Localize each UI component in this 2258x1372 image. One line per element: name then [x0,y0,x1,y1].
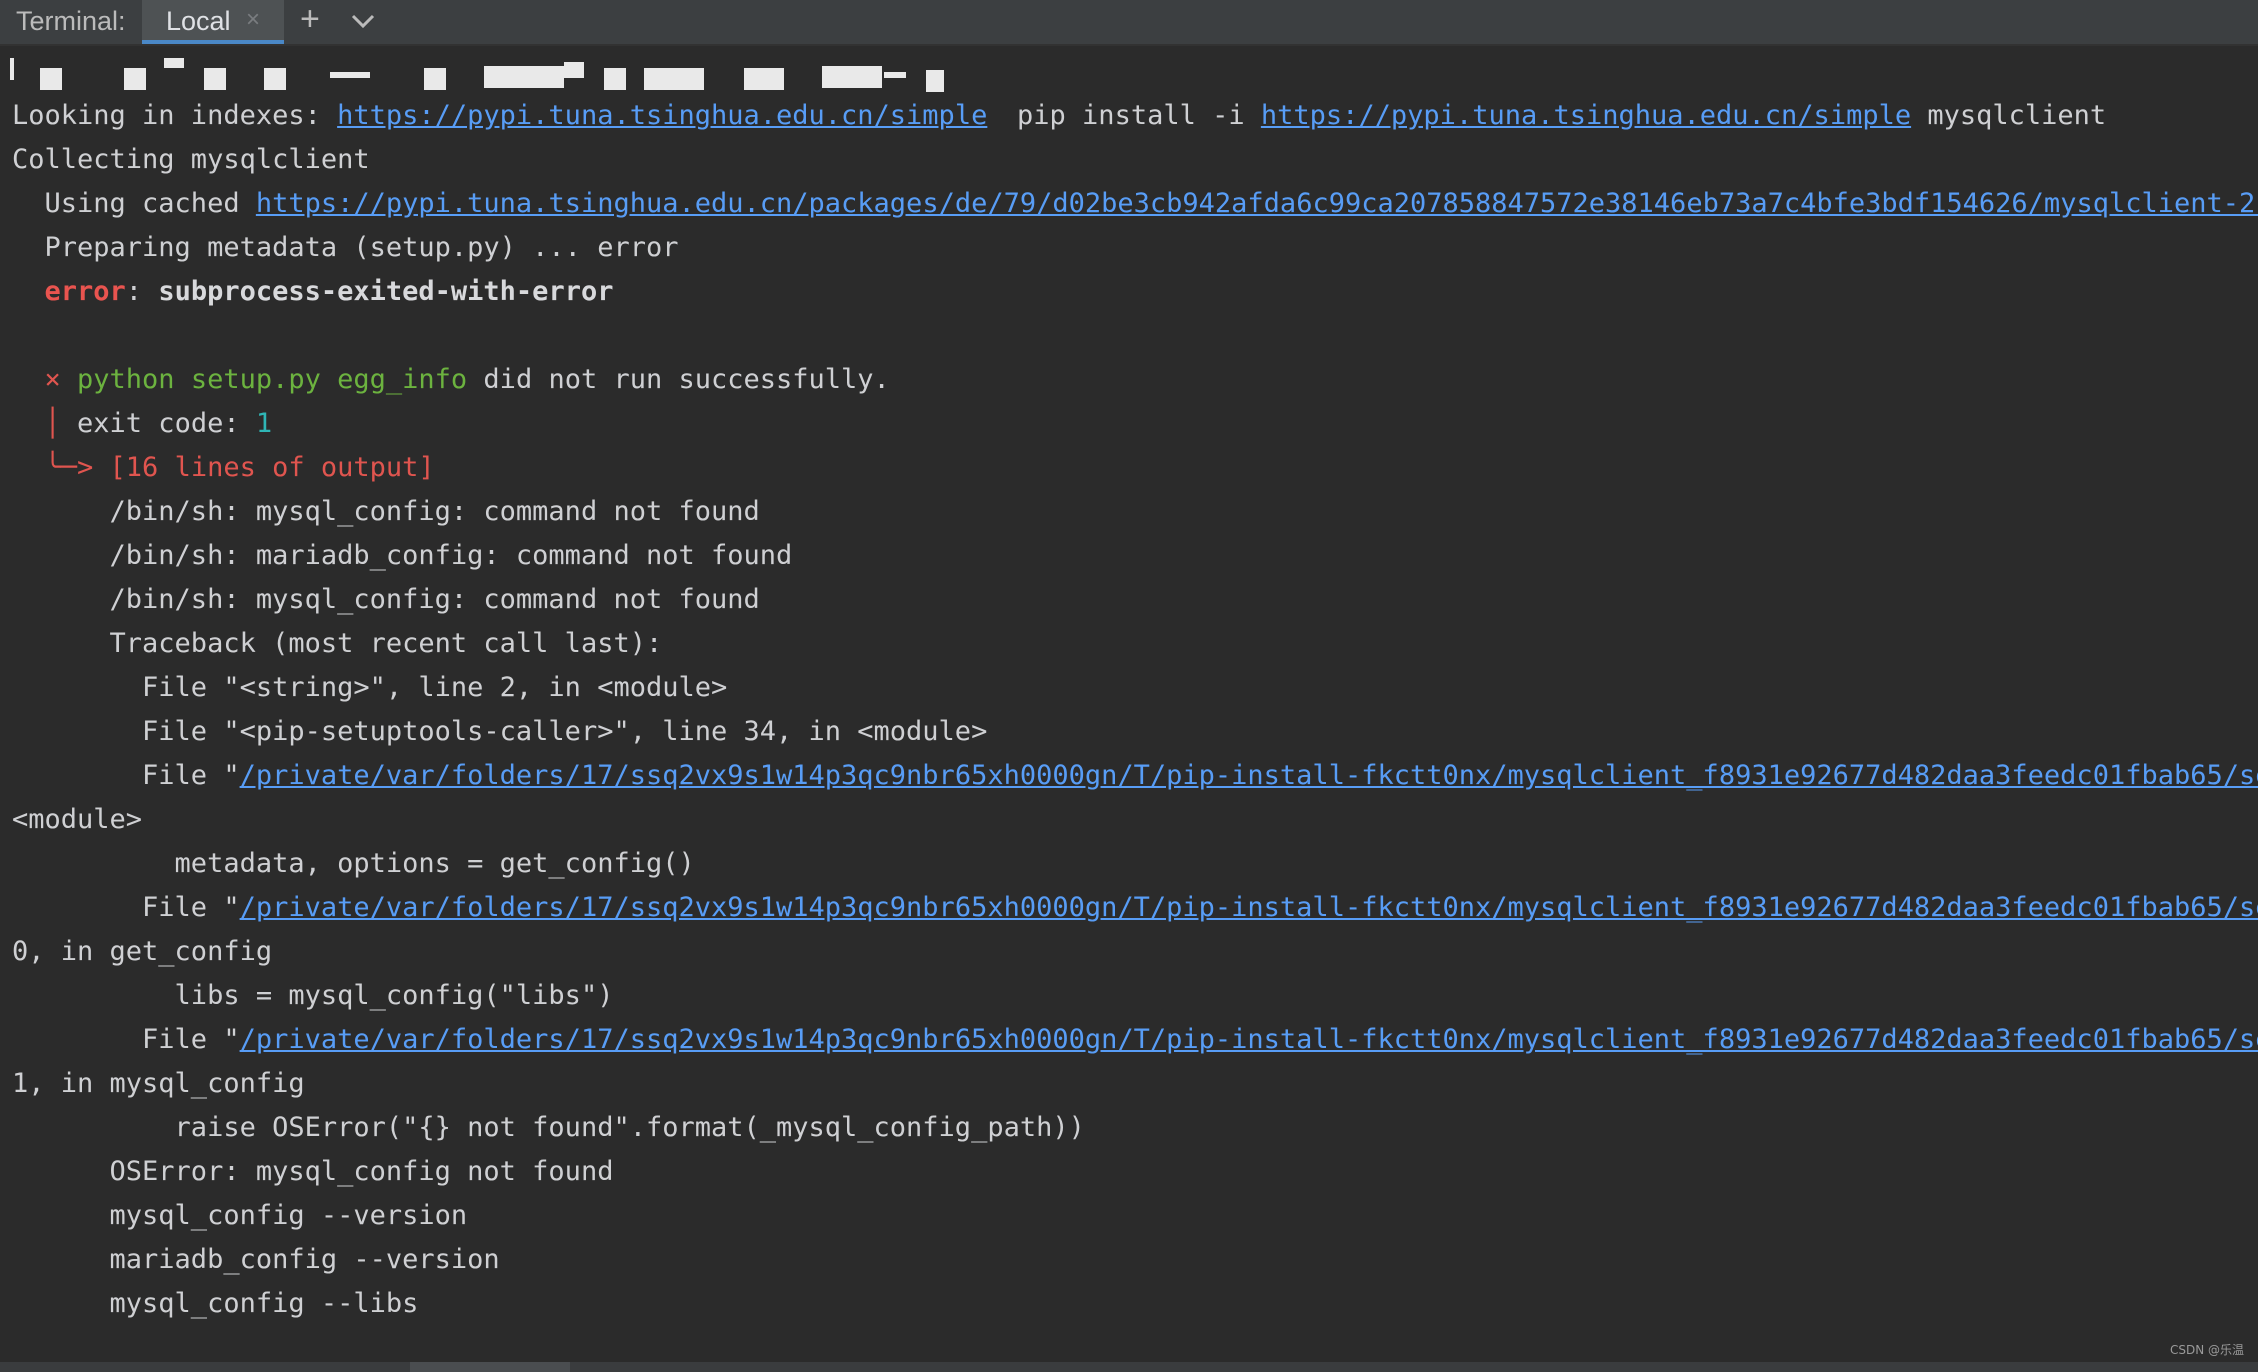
terminal-title: Terminal: [16,6,126,36]
traceback-file-link[interactable]: /private/var/folders/17/ssq2vx9s1w14p3qc… [240,892,2258,923]
new-tab-button[interactable]: + [300,0,320,39]
output-line: mysql_config --version [12,1200,468,1231]
output-line: File "<pip-setuptools-caller>", line 34,… [12,716,988,747]
index-url-link-2[interactable]: https://pypi.tuna.tsinghua.edu.cn/simple [337,100,987,131]
output-line: mysql_config --libs [12,1288,419,1319]
traceback-file-link[interactable]: /private/var/folders/17/ssq2vx9s1w14p3qc… [240,1024,2258,1055]
cross-icon: × [12,364,78,395]
looking-in-indexes: Looking in indexes: https://pypi.tuna.ts… [12,100,988,131]
package-url-link[interactable]: https://pypi.tuna.tsinghua.edu.cn/packag… [256,188,2258,219]
using-cached-line: Using cached https://pypi.tuna.tsinghua.… [12,182,2258,226]
exit-code-line: │ exit code: 1 [12,408,273,439]
traceback-file-line: File "/private/var/folders/17/ssq2vx9s1w… [12,754,2258,798]
chevron-down-icon[interactable] [350,10,376,36]
horizontal-scrollbar[interactable] [0,1362,2258,1372]
output-line: raise OSError("{} not found".format(_mys… [12,1112,1085,1143]
collecting-line: Collecting mysqlclient [12,144,370,175]
tab-local-label: Local [166,6,231,36]
output-count-line: ╰─> [16 lines of output] [12,452,435,483]
tab-local[interactable]: Local × [142,0,284,44]
output-line: /bin/sh: mysql_config: command not found [12,496,760,527]
output-line: /bin/sh: mysql_config: command not found [12,584,760,615]
traceback-file-line: File "/private/var/folders/17/ssq2vx9s1w… [12,1018,2258,1062]
command-line: pip install -i https://pypi.tuna.tsinghu… [1017,100,2107,131]
error-line: error: subprocess-exited-with-error [44,276,614,307]
output-line: 0, in get_config [12,936,273,967]
output-line: OSError: mysql_config not found [12,1156,614,1187]
close-icon[interactable]: × [246,6,260,34]
traceback-file-link[interactable]: /private/var/folders/17/ssq2vx9s1w14p3qc… [240,760,2258,791]
terminal-tabbar: Terminal: Local × + [0,0,2258,46]
output-line: mariadb_config --version [12,1244,500,1275]
output-line: libs = mysql_config("libs") [12,980,614,1011]
output-line: /bin/sh: mariadb_config: command not fou… [12,540,793,571]
output-line: <module> [12,804,143,835]
did-not-run-line: × python setup.py egg_info did not run s… [12,364,890,395]
output-line: File "<string>", line 2, in <module> [12,672,728,703]
index-url-link[interactable]: https://pypi.tuna.tsinghua.edu.cn/simple [1261,100,1911,131]
output-line: Traceback (most recent call last): [12,628,663,659]
preparing-metadata-line: Preparing metadata (setup.py) ... error [12,232,679,263]
output-line: metadata, options = get_config() [12,848,695,879]
scrollbar-thumb[interactable] [410,1362,570,1372]
output-line: 1, in mysql_config [12,1068,305,1099]
traceback-file-line: File "/private/var/folders/17/ssq2vx9s1w… [12,886,2258,930]
watermark: CSDN @乐温 [2169,1343,2244,1357]
arrow-icon: ╰─> [12,452,110,483]
error-label: error [44,276,126,307]
terminal-output[interactable]: pip install -i https://pypi.tuna.tsinghu… [0,46,2258,1362]
